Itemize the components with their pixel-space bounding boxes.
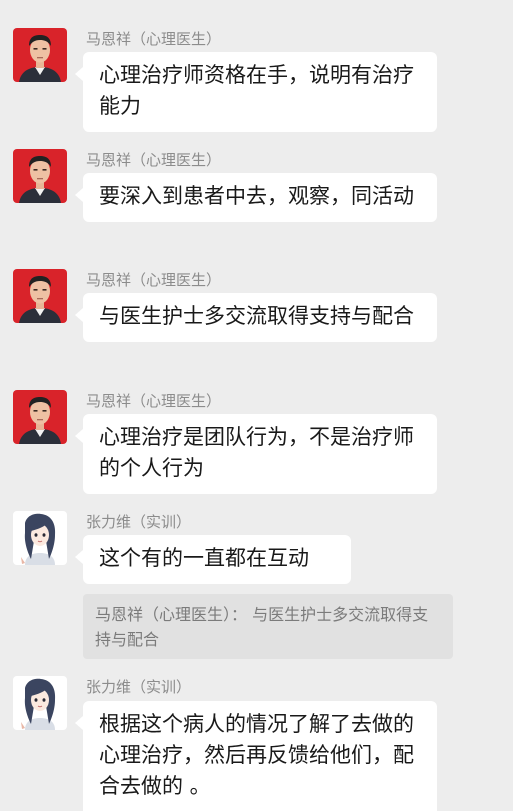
message-bubble[interactable]: 心理治疗是团队行为，不是治疗师的个人行为	[75, 414, 437, 494]
avatar[interactable]	[13, 269, 67, 323]
message-bubble[interactable]: 这个有的一直都在互动	[75, 535, 351, 584]
male-doctor-avatar-icon	[13, 390, 67, 444]
avatar[interactable]	[13, 511, 67, 565]
sender-name: 张力维（实训）	[86, 513, 192, 531]
message-bubble[interactable]: 要深入到患者中去，观察，同活动	[75, 173, 437, 222]
message-bubble[interactable]: 根据这个病人的情况了解了去做的心理治疗，然后再反馈给他们，配合去做的 。	[75, 701, 437, 811]
female-cartoon-avatar-icon	[13, 676, 67, 730]
message-bubble[interactable]: 与医生护士多交流取得支持与配合	[75, 293, 437, 342]
sender-name: 马恩祥（心理医生）	[86, 392, 222, 410]
female-cartoon-avatar-icon	[13, 511, 67, 565]
avatar[interactable]	[13, 676, 67, 730]
avatar[interactable]	[13, 390, 67, 444]
male-doctor-avatar-icon	[13, 28, 67, 82]
message-bubble[interactable]: 心理治疗师资格在手，说明有治疗能力	[75, 52, 437, 132]
male-doctor-avatar-icon	[13, 149, 67, 203]
quoted-message[interactable]: 马恩祥（心理医生）： 与医生护士多交流取得支持与配合	[83, 594, 453, 659]
sender-name: 马恩祥（心理医生）	[86, 30, 222, 48]
avatar[interactable]	[13, 149, 67, 203]
avatar[interactable]	[13, 28, 67, 82]
sender-name: 张力维（实训）	[86, 678, 192, 696]
male-doctor-avatar-icon	[13, 269, 67, 323]
sender-name: 马恩祥（心理医生）	[86, 151, 222, 169]
sender-name: 马恩祥（心理医生）	[86, 271, 222, 289]
